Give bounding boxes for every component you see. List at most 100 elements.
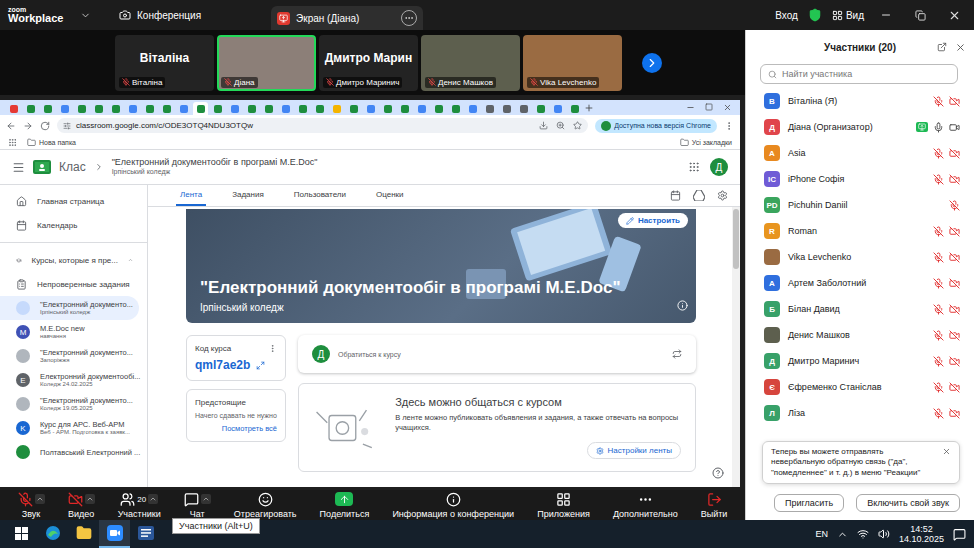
video-off-icon[interactable]: [949, 226, 960, 237]
close-icon[interactable]: [955, 42, 966, 53]
windows-start-icon[interactable]: [15, 527, 28, 540]
tab-more-button[interactable]: [401, 10, 417, 26]
nav-tab[interactable]: Оценки: [372, 185, 408, 206]
customize-button[interactable]: Настроить: [618, 213, 688, 228]
mic-off-icon[interactable]: [949, 200, 960, 211]
course-item[interactable]: "Електронний документо...Коледж 19.05.20…: [0, 392, 139, 416]
zoom-icon[interactable]: [556, 121, 565, 130]
repost-icon[interactable]: [672, 349, 682, 359]
browser-tab[interactable]: [244, 102, 259, 115]
participant-row[interactable]: Vika Levchenko: [746, 244, 974, 270]
browser-tab[interactable]: [363, 102, 378, 115]
browser-tab[interactable]: [74, 102, 89, 115]
video-off-icon[interactable]: [949, 330, 960, 341]
browser-tab[interactable]: [176, 102, 191, 115]
sidebar-section[interactable]: Курсы, которые я пре...: [0, 248, 139, 272]
calendar-icon[interactable]: [670, 190, 681, 201]
browser-tab[interactable]: [397, 102, 412, 115]
share-screen-icon[interactable]: [335, 492, 353, 506]
participant-row[interactable]: ДДіана (Организатор): [746, 114, 974, 140]
info-icon[interactable]: [677, 300, 688, 311]
browser-tab[interactable]: [40, 102, 55, 115]
taskbar-app[interactable]: [99, 520, 130, 548]
mic-off-icon[interactable]: [933, 226, 944, 237]
video-off-icon[interactable]: [949, 174, 960, 185]
video-off-icon[interactable]: [949, 148, 960, 159]
leave-icon[interactable]: [707, 492, 722, 507]
address-bar[interactable]: classroom.google.com/c/ODE3OTQ4NDU3OTQw: [57, 118, 588, 133]
settings-icon[interactable]: [717, 190, 728, 201]
zoom-app-icon[interactable]: [107, 525, 123, 541]
info-icon[interactable]: [446, 492, 461, 507]
video-off-icon[interactable]: [949, 304, 960, 315]
bookmark-star-icon[interactable]: [573, 121, 582, 130]
video-tile[interactable]: Дмитро МаринДмитро Маринич: [319, 35, 418, 91]
mic-off-icon[interactable]: [933, 252, 944, 263]
browser-tab[interactable]: [278, 102, 293, 115]
all-bookmarks[interactable]: Усі закладки: [680, 138, 732, 147]
language-indicator[interactable]: EN: [815, 529, 828, 539]
video-off-icon[interactable]: [949, 252, 960, 263]
mic-off-icon[interactable]: [933, 174, 944, 185]
site-info-icon[interactable]: [63, 122, 71, 130]
taskbar-app[interactable]: [130, 520, 161, 548]
course-item[interactable]: "Електронний документо...Ірпінський коле…: [0, 296, 139, 320]
maximize-icon[interactable]: [705, 103, 713, 111]
sidebar-item[interactable]: Непроверенные задания: [0, 272, 139, 296]
browser-tab[interactable]: [431, 102, 446, 115]
participant-row[interactable]: Денис Машков: [746, 322, 974, 348]
browser-tab[interactable]: [108, 102, 123, 115]
video-off-icon[interactable]: [68, 492, 83, 507]
toolbar-button[interactable]: Звук: [18, 491, 45, 519]
browser-tab[interactable]: [516, 102, 531, 115]
drive-icon[interactable]: [693, 190, 705, 201]
participant-row[interactable]: AAsia: [746, 140, 974, 166]
volume-icon[interactable]: [878, 528, 890, 540]
participant-row[interactable]: ВВіталіна (Я): [746, 88, 974, 114]
sign-in-button[interactable]: Вход: [775, 10, 798, 21]
close-icon[interactable]: [723, 103, 732, 112]
course-item[interactable]: MM.E.Doc newнавчання: [0, 320, 139, 344]
participant-row[interactable]: PDPichuhin Daniil: [746, 192, 974, 218]
apps-icon[interactable]: [556, 492, 571, 507]
participant-row[interactable]: ББілан Давид: [746, 296, 974, 322]
browser-tab[interactable]: [414, 102, 429, 115]
file-explorer-icon[interactable]: [76, 525, 92, 541]
toolbar-button[interactable]: Приложения: [537, 491, 590, 519]
browser-tab[interactable]: [499, 102, 514, 115]
fullscreen-icon[interactable]: [256, 361, 265, 370]
course-item[interactable]: KКурс для АРС. Веб-АРМВеб - АРМ. Подгото…: [0, 416, 139, 440]
mic-off-icon[interactable]: [933, 304, 944, 315]
sidebar-item[interactable]: Главная страница: [0, 189, 139, 213]
forward-icon[interactable]: [23, 121, 33, 131]
mic-off-icon[interactable]: [933, 330, 944, 341]
update-chrome-button[interactable]: Доступна нова версія Chrome: [595, 119, 717, 133]
nav-tab[interactable]: Пользователи: [290, 185, 350, 206]
participant-row[interactable]: ЛЛіза: [746, 400, 974, 426]
course-item[interactable]: Полтавський Електронний ...: [0, 440, 139, 464]
clock[interactable]: 14:5214.10.2025: [899, 524, 944, 545]
install-icon[interactable]: [539, 121, 548, 130]
browser-tab[interactable]: [482, 102, 497, 115]
browser-tab[interactable]: [567, 102, 582, 115]
video-off-icon[interactable]: [949, 382, 960, 393]
nav-tab[interactable]: Лента: [176, 185, 206, 206]
toolbar-button[interactable]: Чат: [184, 491, 211, 519]
participant-row[interactable]: RRoman: [746, 218, 974, 244]
browser-tab[interactable]: [295, 102, 310, 115]
toolbar-button[interactable]: Дополнительно: [613, 491, 678, 519]
scrollbar[interactable]: [732, 207, 740, 487]
chevron-down-icon[interactable]: [80, 10, 91, 21]
video-off-icon[interactable]: [949, 356, 960, 367]
announce-box[interactable]: ДОбратиться к курсу: [298, 335, 696, 373]
help-icon[interactable]: [712, 467, 724, 479]
bookmark-folder[interactable]: Нова папка: [27, 138, 76, 147]
back-icon[interactable]: [6, 121, 16, 131]
mic-off-icon[interactable]: [933, 278, 944, 289]
google-apps-icon[interactable]: [688, 161, 700, 173]
mic-off-icon[interactable]: [933, 408, 944, 419]
toolbar-button[interactable]: Выйти: [701, 491, 728, 519]
caret-icon[interactable]: [85, 494, 95, 504]
feed-settings-button[interactable]: Настройки ленты: [587, 442, 681, 459]
participant-row[interactable]: ДДмитро Маринич: [746, 348, 974, 374]
